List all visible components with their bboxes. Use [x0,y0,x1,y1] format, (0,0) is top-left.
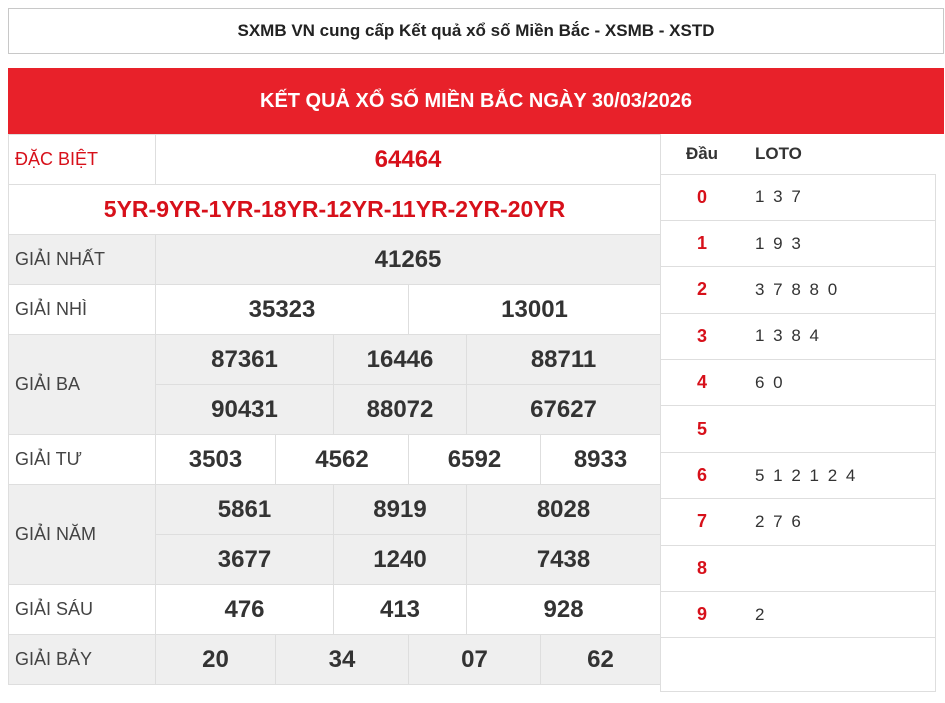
loto-row: 7 2 7 6 [661,498,936,546]
sixth-number: 413 [333,584,467,635]
results-title: KẾT QUẢ XỔ SỐ MIỀN BẮC NGÀY 30/03/2026 [260,89,692,112]
loto-head: 4 [661,359,743,407]
fourth-number: 8933 [539,434,662,485]
loto-head-label: Đầu [661,134,743,175]
third-number: 90431 [155,384,334,435]
loto-values: 3 7 8 8 0 [743,266,936,314]
third-number: 16446 [333,334,467,385]
loto-row: 0 1 3 7 [661,174,936,221]
fourth-number: 6592 [408,434,541,485]
seventh-number: 62 [539,634,662,685]
sixth-number: 476 [155,584,334,635]
results-container: KẾT QUẢ XỔ SỐ MIỀN BẮC NGÀY 30/03/2026 Đ… [7,68,944,692]
loto-head: 6 [661,452,743,500]
first-number: 41265 [154,234,662,285]
seventh-number: 34 [275,634,409,685]
loto-head: 7 [661,498,743,546]
loto-values: 1 3 7 [743,174,936,221]
loto-values: 5 1 2 1 2 4 [743,452,936,500]
loto-head: 3 [661,313,743,361]
loto-row: 2 3 7 8 8 0 [661,266,936,314]
seventh-label: GIẢI BẢY [8,634,156,685]
seventh-number: 20 [155,634,276,685]
loto-row: 3 1 3 8 4 [661,313,936,361]
fifth-number: 5861 [155,484,334,535]
loto-values: 6 0 [743,359,936,407]
fifth-number: 8028 [465,484,662,535]
fifth-number: 3677 [155,534,334,585]
sixth-number: 928 [465,584,662,635]
second-number: 35323 [155,284,409,335]
third-label: GIẢI BA [8,334,156,435]
loto-values [743,405,936,453]
loto-values [743,545,936,593]
loto-table: Đầu LOTO 0 1 3 7 1 1 9 3 2 3 7 8 8 0 3 1… [661,134,936,639]
loto-values: 1 3 8 4 [743,313,936,361]
second-label: GIẢI NHÌ [8,284,156,335]
loto-row: 9 2 [661,591,936,639]
loto-head: 9 [661,591,743,639]
results-table: ĐẶC BIỆT 64464 5YR-9YR-1YR-18YR-12YR-11Y… [7,134,662,685]
results-header: KẾT QUẢ XỔ SỐ MIỀN BẮC NGÀY 30/03/2026 [8,68,944,134]
fifth-number: 7438 [465,534,662,585]
banner-text: SXMB VN cung cấp Kết quả xổ số Miền Bắc … [237,21,715,40]
loto-row: 4 6 0 [661,359,936,407]
fifth-number: 8919 [333,484,467,535]
top-banner: SXMB VN cung cấp Kết quả xổ số Miền Bắc … [8,8,944,54]
loto-values: 1 9 3 [743,220,936,268]
loto-head: 1 [661,220,743,268]
loto-row: 8 [661,545,936,593]
first-label: GIẢI NHẤT [8,234,156,285]
loto-row: 6 5 1 2 1 2 4 [661,452,936,500]
fifth-number: 1240 [333,534,467,585]
loto-label: LOTO [743,134,936,175]
loto-row: 1 1 9 3 [661,220,936,268]
seventh-number: 07 [408,634,541,685]
third-number: 88711 [465,334,662,385]
third-number: 67627 [465,384,662,435]
fourth-label: GIẢI TƯ [8,434,156,485]
loto-head: 8 [661,545,743,593]
third-number: 88072 [333,384,467,435]
loto-row: 5 [661,405,936,453]
loto-head: 0 [661,174,743,221]
second-number: 13001 [407,284,662,335]
loto-values: 2 [743,591,936,639]
fifth-label: GIẢI NĂM [8,484,156,585]
loto-values: 2 7 6 [743,498,936,546]
fourth-number: 3503 [155,434,276,485]
fourth-number: 4562 [275,434,409,485]
third-number: 87361 [155,334,334,385]
sixth-label: GIẢI SÁU [8,584,156,635]
special-label: ĐẶC BIỆT [8,134,156,185]
special-number: 64464 [154,134,662,185]
prize-codes: 5YR-9YR-1YR-18YR-12YR-11YR-2YR-20YR [7,184,662,235]
loto-head: 5 [661,405,743,453]
loto-head: 2 [661,266,743,314]
